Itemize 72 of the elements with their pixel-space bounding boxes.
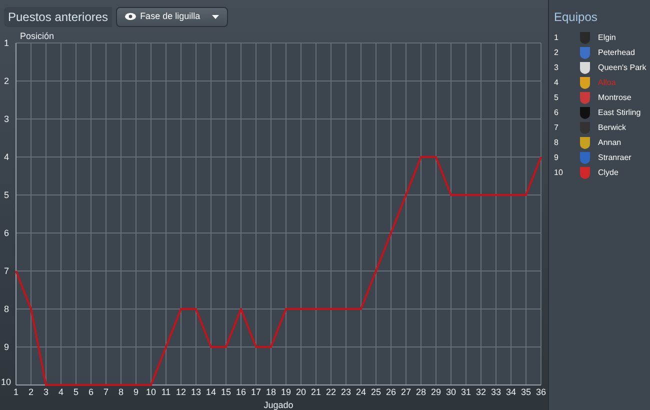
x-tick-label: 16 bbox=[236, 387, 246, 397]
y-axis-label: Posición bbox=[20, 31, 54, 41]
team-rank: 1 bbox=[554, 32, 560, 44]
y-tick-label: 4 bbox=[4, 152, 10, 162]
teams-title: Equipos bbox=[554, 9, 598, 26]
y-tick-label: 2 bbox=[4, 76, 10, 86]
team-name[interactable]: Stranraer bbox=[598, 152, 632, 164]
x-tick-label: 3 bbox=[44, 387, 48, 397]
x-tick-label: 6 bbox=[88, 387, 94, 397]
x-tick-label: 28 bbox=[416, 387, 426, 397]
x-tick-label: 11 bbox=[161, 387, 171, 397]
x-tick-label: 8 bbox=[118, 387, 124, 397]
y-tick-label: 10 bbox=[1, 377, 12, 387]
team-name[interactable]: Annan bbox=[598, 136, 622, 148]
team-rank: 7 bbox=[554, 122, 560, 134]
caret-icon bbox=[212, 14, 220, 18]
x-tick-label: 17 bbox=[251, 387, 261, 397]
x-tick-label: 12 bbox=[176, 387, 186, 397]
x-tick-label: 22 bbox=[326, 387, 336, 397]
y-tick-label: 9 bbox=[4, 342, 10, 352]
x-tick-label: 32 bbox=[476, 387, 486, 397]
team-name[interactable]: East Stirling bbox=[598, 106, 641, 118]
x-tick-label: 18 bbox=[266, 387, 276, 397]
team-rank: 5 bbox=[554, 92, 560, 104]
y-tick-label: 8 bbox=[4, 304, 10, 314]
x-tick-label: 25 bbox=[371, 387, 381, 397]
y-tick-label: 5 bbox=[4, 190, 10, 200]
y-tick-label: 7 bbox=[4, 266, 10, 276]
x-tick-label: 7 bbox=[104, 387, 108, 397]
x-tick-label: 10 bbox=[146, 387, 156, 397]
x-tick-label: 29 bbox=[431, 387, 441, 397]
x-tick-label: 24 bbox=[356, 387, 366, 397]
x-tick-label: 30 bbox=[446, 387, 456, 397]
x-tick-label: 15 bbox=[221, 387, 231, 397]
x-tick-label: 20 bbox=[296, 387, 306, 397]
x-tick-label: 26 bbox=[386, 387, 396, 397]
x-tick-label: 9 bbox=[134, 387, 138, 397]
x-tick-label: 23 bbox=[341, 387, 351, 397]
phase-dropdown[interactable]: Fase de liguilla bbox=[116, 6, 228, 26]
team-rank: 10 bbox=[554, 166, 564, 178]
x-tick-label: 13 bbox=[191, 387, 201, 397]
x-tick-label: 27 bbox=[401, 387, 411, 397]
team-name[interactable]: Montrose bbox=[598, 92, 632, 104]
x-tick-label: 5 bbox=[74, 387, 78, 397]
x-tick-label: 14 bbox=[206, 387, 216, 397]
team-name[interactable]: Elgin bbox=[598, 32, 616, 44]
x-tick-label: 34 bbox=[506, 387, 516, 397]
x-tick-label: 2 bbox=[28, 387, 34, 397]
x-tick-label: 1 bbox=[14, 387, 18, 397]
x-tick-label: 33 bbox=[491, 387, 501, 397]
team-name[interactable]: Clyde bbox=[598, 166, 618, 178]
team-rank: 8 bbox=[554, 136, 560, 148]
team-rank: 3 bbox=[554, 62, 560, 74]
x-tick-label: 4 bbox=[58, 387, 64, 397]
x-tick-label: 21 bbox=[311, 387, 321, 397]
team-name[interactable]: Peterhead bbox=[598, 46, 635, 58]
team-name[interactable]: Berwick bbox=[598, 122, 626, 134]
x-tick-label: 19 bbox=[281, 387, 291, 397]
eye-icon bbox=[125, 13, 136, 20]
team-rank: 4 bbox=[554, 76, 560, 88]
x-tick-label: 36 bbox=[536, 387, 546, 397]
team-rank: 6 bbox=[554, 106, 560, 118]
y-tick-label: 1 bbox=[4, 38, 10, 48]
x-tick-label: 31 bbox=[461, 387, 471, 397]
team-rank: 2 bbox=[554, 46, 560, 58]
team-name[interactable]: Queen's Park bbox=[598, 62, 646, 74]
panel-title: Puestos anteriores bbox=[4, 6, 112, 26]
x-tick-label: 35 bbox=[521, 387, 531, 397]
team-rank: 9 bbox=[554, 152, 560, 164]
x-axis-label: Jugado bbox=[264, 400, 294, 410]
y-tick-label: 3 bbox=[4, 114, 10, 124]
y-tick-label: 6 bbox=[4, 228, 10, 238]
